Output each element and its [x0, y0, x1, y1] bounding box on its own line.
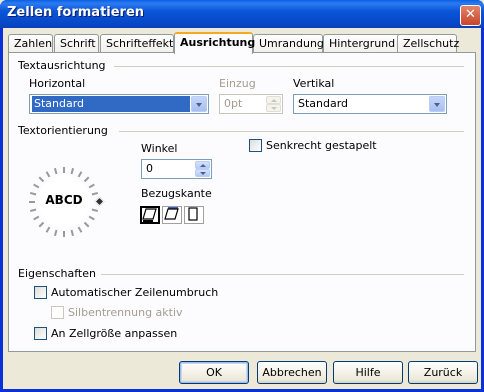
help-button[interactable]: Hilfe [333, 361, 403, 384]
dial-tick [77, 171, 83, 178]
shrink-checkbox[interactable] [34, 327, 47, 340]
dial-tick [53, 229, 58, 237]
horizontal-select-value: Standard [32, 96, 190, 112]
rotation-dial[interactable]: ABCD [29, 167, 105, 237]
properties-section-title: Eigenschaften [18, 267, 96, 280]
chevron-down-icon[interactable] [429, 96, 445, 112]
title-bar[interactable]: Zellen formatieren ✕ [0, 0, 484, 28]
angle-label: Winkel [141, 142, 178, 155]
dial-tick [88, 183, 95, 189]
stacked-checkbox[interactable] [249, 139, 262, 152]
tab-zellschutz[interactable]: Zellschutz [397, 34, 459, 53]
spin-down-icon[interactable] [266, 104, 281, 112]
close-button[interactable]: ✕ [460, 5, 481, 26]
dial-tick [53, 167, 58, 175]
tab-zahlen[interactable]: Zahlen [8, 34, 53, 53]
tab-hintergrund[interactable]: Hintergrund [323, 34, 403, 53]
dial-tick [29, 208, 37, 213]
spin-down-icon[interactable] [195, 169, 210, 177]
dial-tick [38, 221, 45, 228]
angle-value: 0 [146, 162, 153, 175]
indent-spinner[interactable]: 0pt [219, 94, 283, 114]
spin-arrows [195, 161, 210, 177]
dial-tick [33, 183, 40, 189]
wrap-checkbox[interactable] [34, 286, 47, 299]
dial-tick [70, 229, 75, 237]
dial-tick [63, 231, 65, 237]
reference-edge-label: Bezugskante [141, 187, 212, 200]
divider [114, 66, 464, 67]
dial-tick [45, 171, 51, 178]
wrap-label: Automatischer Zeilenumbruch [51, 286, 219, 299]
tab-umrandung[interactable]: Umrandung [253, 34, 324, 53]
tab-schrift[interactable]: Schrift [54, 34, 99, 53]
horizontal-label: Horizontal [29, 77, 86, 90]
orientation-section-title: Textorientierung [18, 124, 108, 137]
dial-tick [45, 226, 51, 233]
dialog-window: Zellen formatieren ✕ Zahlen Schrift Schr… [0, 0, 484, 392]
dial-tick [38, 176, 45, 183]
spin-up-icon[interactable] [195, 161, 210, 169]
reference-edge-top-button[interactable] [162, 206, 182, 224]
divider [119, 131, 464, 132]
horizontal-select[interactable]: Standard [29, 94, 209, 114]
window-title: Zellen formatieren [7, 5, 145, 20]
reference-edge-cell-button[interactable] [184, 206, 204, 224]
dial-tick [91, 208, 99, 213]
indent-label: Einzug [219, 77, 256, 90]
dial-tick [70, 167, 75, 175]
dial-tick [33, 215, 40, 221]
vertical-select-value: Standard [298, 97, 349, 110]
shrink-label: An Zellgröße anpassen [51, 327, 178, 340]
tab-ausrichtung[interactable]: Ausrichtung [174, 32, 255, 54]
tab-schrifteffekt[interactable]: Schrifteffekt [100, 34, 174, 53]
dial-tick [63, 167, 65, 173]
stacked-label: Senkrecht gestapelt [266, 139, 377, 152]
dialog-client: Zahlen Schrift Schrifteffekt Ausrichtung… [3, 28, 481, 389]
dial-tick [83, 176, 90, 183]
dial-text: ABCD [45, 193, 83, 207]
dial-tick [88, 215, 95, 221]
dial-tick [77, 226, 83, 233]
edge-bottom-icon [142, 208, 157, 222]
back-button[interactable]: Zurück [408, 361, 478, 384]
cancel-button[interactable]: Abbrechen [257, 361, 327, 384]
hyphenation-checkbox[interactable] [51, 306, 64, 319]
indent-value: 0pt [224, 97, 243, 110]
edge-top-icon [164, 207, 179, 220]
vertical-label: Vertikal [293, 77, 335, 90]
spin-up-icon[interactable] [266, 96, 281, 104]
dial-tick [83, 221, 90, 228]
chevron-down-icon[interactable] [191, 96, 207, 112]
ok-button[interactable]: OK [179, 361, 249, 384]
tab-panel-ausrichtung: Textausrichtung Horizontal Standard Einz… [8, 52, 476, 352]
vertical-select[interactable]: Standard [293, 94, 447, 114]
divider [101, 274, 464, 275]
hyphenation-label: Silbentrennung aktiv [68, 306, 183, 319]
edge-cell-icon [188, 207, 198, 221]
angle-spinner[interactable]: 0 [141, 159, 212, 179]
spin-arrows [266, 96, 281, 112]
alignment-section-title: Textausrichtung [18, 59, 106, 72]
reference-edge-bottom-button[interactable] [140, 206, 160, 224]
